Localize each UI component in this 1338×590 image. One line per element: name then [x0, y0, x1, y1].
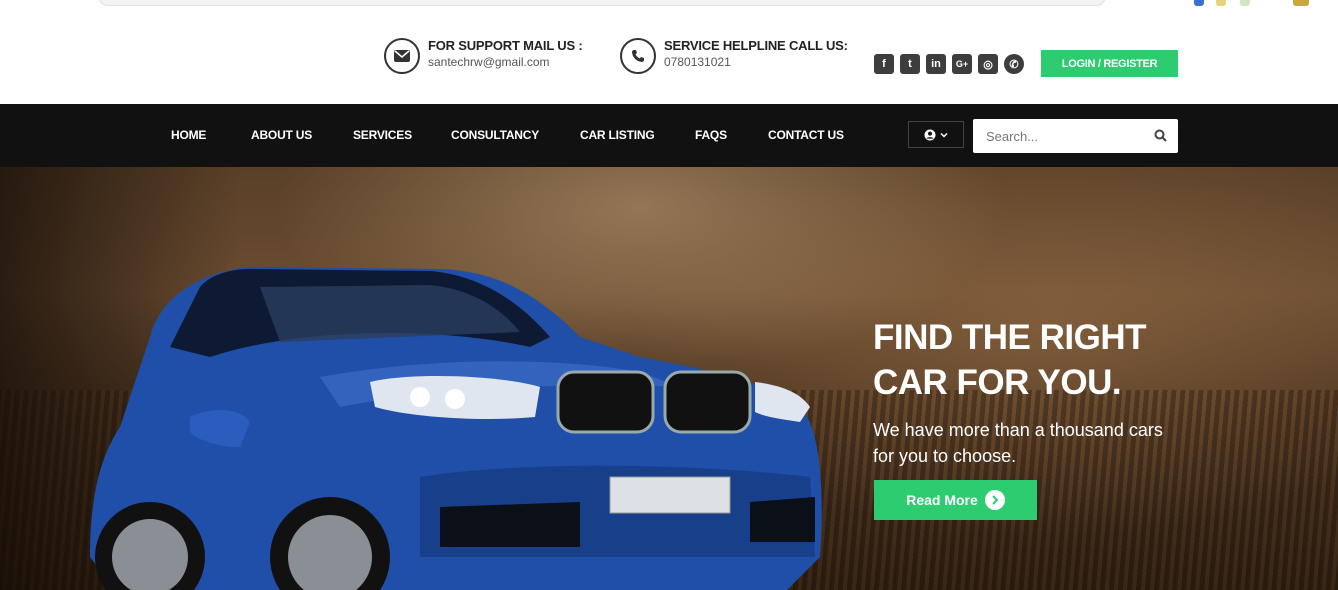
nav-item-consultancy[interactable]: CONSULTANCY [451, 128, 539, 142]
profile-avatar[interactable] [1293, 0, 1309, 6]
whatsapp-icon[interactable]: ✆ [1004, 54, 1024, 74]
search-icon[interactable] [1154, 129, 1167, 142]
nav-item-home[interactable]: HOME [171, 128, 206, 142]
read-more-button[interactable]: Read More [874, 480, 1037, 520]
helpline-label: SERVICE HELPLINE CALL US: [664, 38, 848, 53]
phone-icon [620, 38, 656, 74]
hero-subtitle-line: for you to choose. [873, 446, 1017, 466]
search-input[interactable] [986, 127, 1146, 145]
hero-title-line: FIND THE RIGHT [873, 318, 1146, 357]
linkedin-icon[interactable]: in [926, 54, 946, 74]
login-register-button[interactable]: LOGIN / REGISTER [1041, 50, 1178, 77]
helpline-block: SERVICE HELPLINE CALL US: 0780131021 [620, 38, 848, 74]
instagram-icon[interactable]: ◎ [978, 54, 998, 74]
nav-item-services[interactable]: SERVICES [353, 128, 412, 142]
facebook-icon[interactable]: f [874, 54, 894, 74]
hero-subtitle: We have more than a thousand cars for yo… [873, 417, 1173, 469]
support-mail-value[interactable]: santechrw@gmail.com [428, 55, 582, 69]
envelope-icon [384, 38, 420, 74]
hero-title-line: CAR FOR YOU. [873, 363, 1122, 402]
nav-item-faqs[interactable]: FAQS [695, 128, 727, 142]
extension-icon[interactable] [1216, 0, 1226, 6]
address-bar[interactable] [98, 0, 1106, 6]
extension-icon[interactable] [1194, 0, 1204, 6]
user-circle-icon [924, 129, 936, 140]
google-plus-icon[interactable]: G+ [952, 54, 972, 74]
twitter-icon[interactable]: t [900, 54, 920, 74]
search-box [973, 119, 1178, 153]
hero-car-image [90, 267, 822, 590]
helpline-value[interactable]: 0780131021 [664, 55, 848, 69]
hero-title: FIND THE RIGHT CAR FOR YOU. [873, 315, 1193, 405]
nav-item-about-us[interactable]: ABOUT US [251, 128, 312, 142]
support-mail-block: FOR SUPPORT MAIL US : santechrw@gmail.co… [384, 38, 583, 74]
hero-banner: FIND THE RIGHT CAR FOR YOU. We have more… [0, 167, 1338, 590]
nav-item-car-listing[interactable]: CAR LISTING [580, 128, 655, 142]
extension-icon[interactable] [1240, 0, 1250, 6]
top-info-bar: FOR SUPPORT MAIL US : santechrw@gmail.co… [0, 12, 1338, 104]
chevron-down-icon [940, 132, 948, 138]
read-more-label: Read More [906, 492, 978, 508]
chevron-right-icon [984, 490, 1005, 510]
main-nav: HOME ABOUT US SERVICES CONSULTANCY CAR L… [0, 104, 1338, 167]
user-menu-button[interactable] [908, 121, 964, 148]
browser-chrome [0, 0, 1338, 12]
support-mail-label: FOR SUPPORT MAIL US : [428, 38, 583, 53]
social-links: f t in G+ ◎ ✆ [874, 54, 1030, 74]
nav-item-contact-us[interactable]: CONTACT US [768, 128, 844, 142]
hero-subtitle-line: We have more than a thousand cars [873, 420, 1163, 440]
